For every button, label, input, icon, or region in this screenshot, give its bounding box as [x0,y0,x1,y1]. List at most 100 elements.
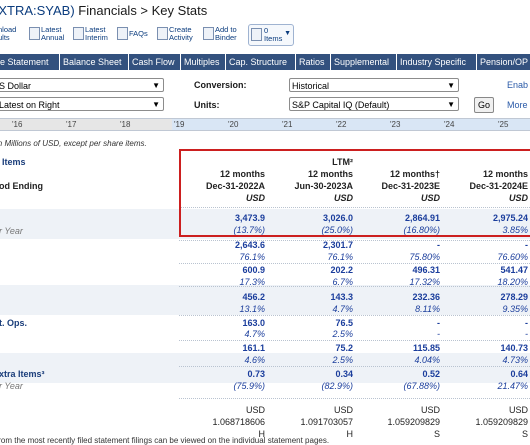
cell-eps: 0.64 [510,369,528,379]
faqs-label: FAQs [129,29,148,38]
add-to-binder-label-2: Binder [215,33,237,42]
row-label-items: Items [2,157,26,167]
cell-months: 12 months [307,169,353,179]
cell-fx-currency: USD [333,405,353,415]
cell-gross-profit: 2,643.6 [234,240,265,250]
enable-link[interactable]: Enab [507,80,528,90]
cell-ebitda-margin: 6.7% [332,277,353,287]
units-select[interactable]: S&P Capital IQ (Default) ▼ [289,97,459,111]
cell-currency: USD [420,193,440,203]
download-label-2: ults [0,33,10,42]
tab-multiples[interactable]: Multiples [181,54,226,70]
cell-eps-growth: (75.9%) [233,381,265,391]
cell-ebit: 143.3 [330,292,353,302]
cell-eps-growth: 21.47% [497,381,528,391]
footer-note: from the most recently filed statement f… [0,436,330,445]
cell-revenue-growth: (16.80%) [403,225,440,235]
cell-net-income: 115.85 [412,343,440,353]
currency-value: S Dollar [0,81,32,91]
cell-ltm: LTM² [332,157,353,167]
timeline-tick: '23 [390,120,401,129]
units-value: S&P Capital IQ (Default) [292,100,390,110]
cell-ebitda: 202.2 [330,265,353,275]
row-label-extra-items: xtra Items³ [0,369,45,379]
cell-date: Jun-30-2023A [294,181,353,191]
cell-currency: USD [333,193,353,203]
tab-income-statement[interactable]: e Statement [0,54,60,70]
cell-fx-rate: 1.068718606 [212,417,265,427]
period-timeline-slider[interactable]: '16 '17 '18 '19 '20 '21 '22 '23 '24 '25 [0,118,530,131]
row-divider [179,315,530,316]
timeline-tick: '24 [444,120,455,129]
more-link[interactable]: More [507,100,528,110]
cell-fx-currency: USD [508,405,528,415]
tab-ratios[interactable]: Ratios [296,54,331,70]
timeline-tick: '19 [174,120,185,129]
latest-interim-button[interactable]: Latest Interim [73,24,115,44]
activity-icon [157,27,168,40]
cell-ebit-margin: 8.11% [415,304,440,314]
cell-eps: 0.52 [422,369,440,379]
cell-date: Dec-31-2022A [205,181,265,191]
cell-net-margin: 4.6% [244,355,265,365]
cell-ebit-margin: 13.1% [239,304,265,314]
tab-supplemental[interactable]: Supplemental [331,54,397,70]
tab-cash-flow[interactable]: Cash Flow [129,54,181,70]
cell-fx-rate: 1.059209829 [387,417,440,427]
cell-eps: 0.34 [335,369,353,379]
go-button[interactable]: Go [474,97,494,113]
cell-currency: USD [508,193,528,203]
cell-earn-cont-margin: 4.7% [244,329,265,339]
cell-fx-rate: 1.091703057 [300,417,353,427]
cell-ebitda: 600.9 [242,265,265,275]
cell-net-income: 75.2 [335,343,353,353]
cell-ebit-margin: 9.35% [502,304,528,314]
cell-fx-currency: USD [245,405,265,415]
faq-icon [117,27,128,40]
timeline-tick: '20 [228,120,239,129]
tab-pension-opeb[interactable]: Pension/OP [477,54,530,70]
cell-earn-cont-margin: - [525,329,528,339]
add-to-binder-button[interactable]: Add to Binder [203,24,247,44]
cell-earn-cont: 163.0 [242,318,265,328]
cell-date: Dec-31-2024E [469,181,528,191]
items-dropdown[interactable]: 0 Items ▼ [248,24,294,46]
company-ticker: (XTRA:SYAB) [0,3,75,18]
row-label-period-ending: od Ending [0,181,43,191]
cell-fx-currency: USD [420,405,440,415]
cell-ebit: 456.2 [242,292,265,302]
cell-months: 12 months [482,169,528,179]
timeline-tick: '16 [12,120,23,129]
chevron-down-icon: ▼ [284,30,291,37]
faqs-button[interactable]: FAQs [117,24,153,44]
timeline-tick: '18 [120,120,131,129]
cell-revenue-growth: (13.7%) [233,225,265,235]
tab-industry-specific[interactable]: Industry Specific [397,54,477,70]
cell-currency: USD [245,193,265,203]
tab-cap-structure[interactable]: Cap. Structure [226,54,296,70]
cell-gross-margin: 75.80% [409,252,440,262]
row-divider [179,366,530,367]
latest-interim-label-2: Interim [85,33,108,42]
cell-months: 12 months† [389,169,440,179]
cell-gross-margin: 76.1% [239,252,265,262]
cell-net-margin: 4.73% [502,355,528,365]
row-divider [179,263,530,264]
document-icon [29,27,40,40]
create-activity-button[interactable]: Create Activity [157,24,201,44]
order-select[interactable]: Latest on Right ▼ [0,97,164,111]
latest-annual-button[interactable]: Latest Annual [29,24,71,44]
tab-balance-sheet[interactable]: Balance Sheet [60,54,129,70]
cell-gross-margin: 76.60% [497,252,528,262]
conversion-select[interactable]: Historical ▼ [289,78,459,92]
page-title: (XTRA:SYAB) Financials > Key Stats [0,3,207,18]
cell-eps: 0.73 [247,369,265,379]
currency-select[interactable]: S Dollar ▼ [0,78,164,92]
cell-ebitda-margin: 18.20% [497,277,528,287]
cell-months: 12 months [219,169,265,179]
cell-ebit-margin: 4.7% [332,304,353,314]
cell-ebitda: 541.47 [500,265,528,275]
cell-earn-cont-margin: 2.5% [332,329,353,339]
latest-annual-label-2: Annual [41,33,65,42]
items-icon [251,28,262,41]
